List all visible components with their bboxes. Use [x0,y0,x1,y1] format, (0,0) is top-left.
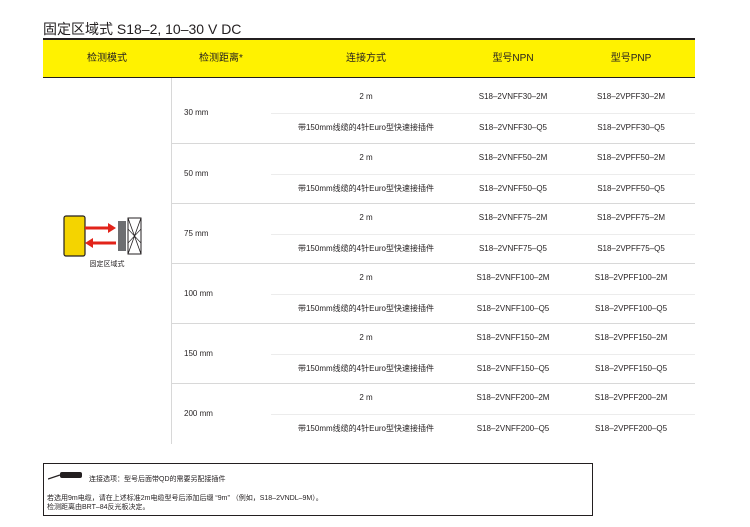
table-header: 检测模式 检测距离* 连接方式 型号NPN 型号PNP [43,40,695,77]
range-value: 75 mm [184,229,209,238]
row-divider [271,294,695,295]
model-pnp: S18–2VPFF200–Q5 [594,424,668,433]
model-pnp: S18–2VPFF50–2M [596,153,666,162]
column-header-range: 检测距离* [199,53,243,64]
range-group: 150 mm 2 m S18–2VNFF150–2M S18–2VPFF150–… [171,323,695,384]
model-pnp: S18–2VPFF50–Q5 [597,184,665,193]
range-note: 检测距离由BRT–84反光板决定。 [47,504,150,511]
connector-option-note: 连接选项：型号后面带QD的需要另配接插件 [89,476,226,483]
model-npn: S18–2VNFF100–Q5 [476,304,550,313]
model-pnp: S18–2VPFF150–2M [594,333,668,342]
range-value: 30 mm [184,108,209,117]
connection-qd: 带150mm线缆的4针Euro型快速接插件 [297,424,435,433]
model-npn: S18–2VNFF200–2M [476,393,550,402]
cable-length-note: 若选用9m电缆，请在上述标准2m电缆型号后添加后缀 “9m” （例如，S18–2… [47,495,323,502]
range-value: 150 mm [184,349,213,358]
row-divider [271,113,695,114]
row-divider [271,354,695,355]
model-npn: S18–2VNFF50–Q5 [478,184,548,193]
model-pnp: S18–2VPFF100–Q5 [594,304,668,313]
column-header-mode: 检测模式 [87,53,127,64]
model-pnp: S18–2VPFF30–2M [596,92,666,101]
page-title: 固定区域式 S18–2, 10–30 V DC [43,21,242,37]
range-group: 30 mm 2 m S18–2VNFF30–2M S18–2VPFF30–2M … [171,83,695,143]
connection-cable: 2 m [359,333,373,342]
range-value: 50 mm [184,169,209,178]
connection-cable: 2 m [359,153,373,162]
connection-qd: 带150mm线缆的4针Euro型快速接插件 [297,304,435,313]
row-divider [271,234,695,235]
model-npn: S18–2VNFF100–2M [476,273,550,282]
sensing-mode-cell: 固定区域式 [43,78,171,444]
notes-box: 连接选项：型号后面带QD的需要另配接插件 若选用9m电缆，请在上述标准2m电缆型… [43,463,593,516]
fixed-field-sensor-icon [63,215,142,257]
row-divider [271,414,695,415]
model-npn: S18–2VNFF30–2M [478,92,548,101]
connection-cable: 2 m [359,213,373,222]
model-npn: S18–2VNFF150–Q5 [476,364,550,373]
connection-cable: 2 m [359,273,373,282]
connection-cable: 2 m [359,393,373,402]
range-group: 50 mm 2 m S18–2VNFF50–2M S18–2VPFF50–2M … [171,143,695,204]
range-value: 200 mm [184,409,213,418]
column-header-pnp: 型号PNP [610,53,652,64]
model-npn: S18–2VNFF75–Q5 [478,244,548,253]
model-pnp: S18–2VPFF30–Q5 [597,123,665,132]
range-group: 75 mm 2 m S18–2VNFF75–2M S18–2VPFF75–2M … [171,203,695,264]
model-npn: S18–2VNFF75–2M [478,213,548,222]
connection-qd: 带150mm线缆的4针Euro型快速接插件 [297,123,435,132]
model-pnp: S18–2VPFF200–2M [594,393,668,402]
connection-qd: 带150mm线缆的4针Euro型快速接插件 [297,244,435,253]
connection-qd: 带150mm线缆的4针Euro型快速接插件 [297,364,435,373]
row-divider [271,174,695,175]
connection-cable: 2 m [359,92,373,101]
cable-connector-icon [48,472,82,480]
model-pnp: S18–2VPFF75–2M [596,213,666,222]
column-header-npn: 型号NPN [492,53,534,64]
model-pnp: S18–2VPFF75–Q5 [597,244,665,253]
range-value: 100 mm [184,289,213,298]
model-npn: S18–2VNFF200–Q5 [476,424,550,433]
model-pnp: S18–2VPFF100–2M [594,273,668,282]
range-group: 100 mm 2 m S18–2VNFF100–2M S18–2VPFF100–… [171,263,695,324]
connection-qd: 带150mm线缆的4针Euro型快速接插件 [297,184,435,193]
column-header-connection: 连接方式 [346,53,386,64]
mode-label: 固定区域式 [89,261,125,268]
model-npn: S18–2VNFF50–2M [478,153,548,162]
model-npn: S18–2VNFF30–Q5 [478,123,548,132]
range-group: 200 mm 2 m S18–2VNFF200–2M S18–2VPFF200–… [171,383,695,444]
model-npn: S18–2VNFF150–2M [476,333,550,342]
model-pnp: S18–2VPFF150–Q5 [594,364,668,373]
